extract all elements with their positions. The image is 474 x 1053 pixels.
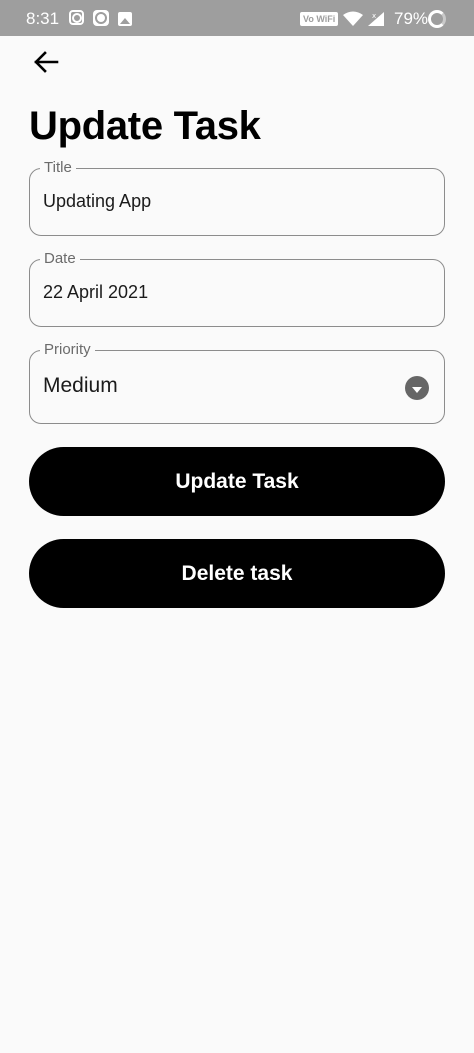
title-input[interactable] bbox=[43, 189, 431, 213]
date-field[interactable]: Date bbox=[29, 250, 445, 327]
page-title: Update Task bbox=[29, 104, 261, 148]
arrow-left-icon bbox=[33, 50, 59, 78]
delete-task-button[interactable]: Delete task bbox=[29, 539, 445, 608]
update-task-button[interactable]: Update Task bbox=[29, 447, 445, 516]
status-time: 8:31 bbox=[26, 9, 60, 28]
face-icon bbox=[93, 10, 109, 26]
vowifi-badge: Vo WiFi bbox=[300, 12, 339, 26]
title-label: Title bbox=[40, 159, 76, 177]
priority-dropdown[interactable]: Priority Medium bbox=[29, 341, 445, 424]
battery-icon bbox=[428, 10, 446, 28]
gallery-icon bbox=[118, 12, 132, 26]
back-button[interactable] bbox=[26, 46, 66, 82]
signal-icon: x bbox=[367, 11, 385, 27]
priority-selected-value: Medium bbox=[43, 374, 118, 397]
wifi-icon bbox=[343, 11, 363, 27]
svg-text:x: x bbox=[372, 12, 376, 20]
instagram-icon bbox=[69, 10, 84, 25]
priority-label: Priority bbox=[40, 341, 95, 359]
date-input[interactable] bbox=[43, 280, 431, 304]
status-bar: 8:31 Vo WiFi x 79% bbox=[0, 0, 474, 36]
title-field[interactable]: Title bbox=[29, 159, 445, 236]
date-label: Date bbox=[40, 250, 80, 268]
battery-percent: 79% bbox=[394, 9, 429, 28]
dropdown-circle-icon[interactable] bbox=[405, 376, 429, 400]
